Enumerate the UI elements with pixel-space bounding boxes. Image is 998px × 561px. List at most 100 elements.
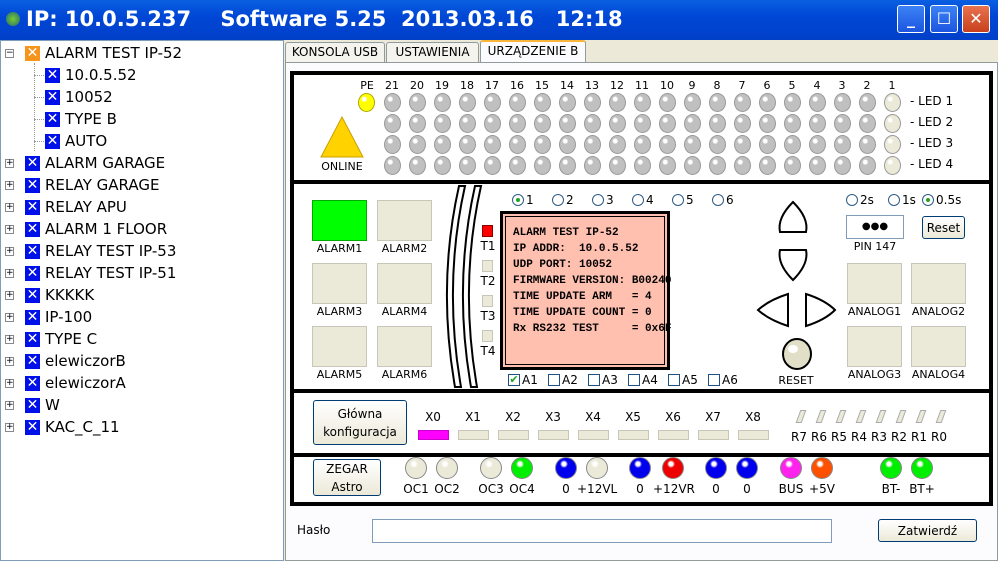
- a-checkbox[interactable]: [588, 374, 600, 386]
- led-column-label: 2: [863, 79, 871, 92]
- x-output-indicator: [578, 430, 609, 440]
- tree-item[interactable]: ✕ RELAY TEST IP-53: [25, 241, 176, 261]
- pin-reset-button[interactable]: Reset: [922, 216, 965, 239]
- alarm-button[interactable]: [377, 263, 432, 304]
- tree-item[interactable]: ✕ IP-100: [25, 307, 92, 327]
- collapse-toggle[interactable]: −: [5, 49, 14, 58]
- tab-0[interactable]: KONSOLA USB: [285, 42, 385, 63]
- main-config-button[interactable]: Główna konfiguracja: [313, 400, 407, 445]
- expand-toggle[interactable]: +: [5, 203, 14, 212]
- interval-radio[interactable]: [888, 194, 900, 206]
- pe-label: PE: [360, 79, 374, 92]
- expand-toggle[interactable]: +: [5, 357, 14, 366]
- expand-toggle[interactable]: +: [5, 313, 14, 322]
- reset-knob[interactable]: [782, 338, 812, 370]
- led-indicator: [859, 156, 876, 175]
- alarm-button[interactable]: [312, 200, 367, 241]
- maximize-button[interactable]: ☐: [930, 5, 958, 33]
- password-input[interactable]: [372, 519, 832, 543]
- expand-toggle[interactable]: +: [5, 335, 14, 344]
- a-checkbox[interactable]: [628, 374, 640, 386]
- tree-item[interactable]: ✕ ALARM 1 FLOOR: [25, 219, 167, 239]
- lcd-display: ALARM TEST IP-52 IP ADDR: 10.0.5.52 UDP PO…: [500, 211, 671, 370]
- astro-clock-button[interactable]: ZEGAR Astro: [313, 459, 381, 496]
- analog-button[interactable]: [911, 263, 966, 304]
- window-title: IP: 10.0.5.237 Software 5.25 2013.03.16 …: [26, 7, 623, 31]
- expand-toggle[interactable]: +: [5, 247, 14, 256]
- led-column-label: 6: [763, 79, 771, 92]
- alarm-button[interactable]: [377, 326, 432, 367]
- led-indicator: [559, 93, 576, 112]
- bracket-curves: [445, 185, 483, 388]
- minimize-button[interactable]: _: [897, 5, 925, 33]
- tree-item[interactable]: ✕ elewiczorB: [25, 351, 126, 371]
- left-arrow-button[interactable]: [756, 292, 789, 328]
- alarm-button[interactable]: [312, 326, 367, 367]
- channel-radio[interactable]: [632, 194, 644, 206]
- tree-item[interactable]: ✕ ALARM GARAGE: [25, 153, 165, 173]
- led-indicator: [659, 114, 676, 133]
- pin-input[interactable]: ●●●: [846, 215, 904, 239]
- interval-radio[interactable]: [922, 194, 934, 206]
- alarm-button[interactable]: [312, 263, 367, 304]
- a-checkbox[interactable]: [548, 374, 560, 386]
- expand-toggle[interactable]: +: [5, 291, 14, 300]
- interval-radio[interactable]: [846, 194, 858, 206]
- tree-item[interactable]: ✕ 10.0.5.52: [45, 65, 137, 85]
- expand-toggle[interactable]: +: [5, 225, 14, 234]
- tree-item[interactable]: ✕ KAC_C_11: [25, 417, 120, 437]
- app-icon: [6, 12, 20, 26]
- tree-item[interactable]: ✕ ALARM TEST IP-52: [25, 43, 182, 63]
- led-indicator: [609, 114, 626, 133]
- up-arrow-button[interactable]: [778, 200, 808, 233]
- led-indicator: [509, 93, 526, 112]
- tree-item[interactable]: ✕ elewiczorA: [25, 373, 126, 393]
- device-tree[interactable]: − ✕ ALARM TEST IP-52 ✕ 10.0.5.52 ✕ 10052 ✕ TYPE …: [0, 40, 284, 561]
- tab-1[interactable]: USTAWIENIA: [386, 42, 479, 63]
- analog-button[interactable]: [911, 326, 966, 367]
- right-arrow-button[interactable]: [805, 292, 837, 328]
- tree-item[interactable]: ✕ RELAY GARAGE: [25, 175, 159, 195]
- expand-toggle[interactable]: +: [5, 181, 14, 190]
- led-indicator: [859, 93, 876, 112]
- led-indicator: [759, 135, 776, 154]
- analog-button[interactable]: [847, 326, 902, 367]
- expand-toggle[interactable]: +: [5, 269, 14, 278]
- expand-toggle[interactable]: +: [5, 379, 14, 388]
- analog-label: ANALOG4: [911, 368, 966, 381]
- tree-item[interactable]: ✕ RELAY TEST IP-51: [25, 263, 176, 283]
- tab-2[interactable]: URZĄDZENIE B: [480, 40, 586, 63]
- tree-item-label: ALARM GARAGE: [45, 154, 166, 172]
- alarm-label: ALARM3: [316, 305, 363, 318]
- close-button[interactable]: ✕: [962, 5, 990, 33]
- tree-item[interactable]: ✕ TYPE B: [45, 109, 117, 129]
- status-led-label: OC4: [509, 482, 535, 496]
- channel-radio[interactable]: [712, 194, 724, 206]
- channel-radio[interactable]: [552, 194, 564, 206]
- channel-radio[interactable]: [672, 194, 684, 206]
- alarm-button[interactable]: [377, 200, 432, 241]
- led-column-label: 9: [688, 79, 696, 92]
- submit-button[interactable]: Zatwierdź: [878, 519, 977, 542]
- down-arrow-button[interactable]: [778, 249, 808, 282]
- tree-item[interactable]: ✕ AUTO: [45, 131, 107, 151]
- a-checkbox-label: A5: [682, 373, 698, 387]
- tree-item[interactable]: ✕ 10052: [45, 87, 113, 107]
- a-checkbox[interactable]: [668, 374, 680, 386]
- channel-radio[interactable]: [592, 194, 604, 206]
- analog-button[interactable]: [847, 263, 902, 304]
- led-indicator: [459, 135, 476, 154]
- tree-item[interactable]: ✕ W: [25, 395, 60, 415]
- a-checkbox[interactable]: [708, 374, 720, 386]
- tree-item[interactable]: ✕ RELAY APU: [25, 197, 127, 217]
- expand-toggle[interactable]: +: [5, 159, 14, 168]
- tree-item[interactable]: ✕ KKKKK: [25, 285, 94, 305]
- status-led: [911, 457, 933, 479]
- a-checkbox[interactable]: ✔: [508, 374, 520, 386]
- expand-toggle[interactable]: +: [5, 423, 14, 432]
- tree-item[interactable]: ✕ TYPE C: [25, 329, 97, 349]
- led-column-label: 4: [813, 79, 821, 92]
- channel-radio[interactable]: [512, 194, 524, 206]
- expand-toggle[interactable]: +: [5, 401, 14, 410]
- x-output-indicator: [698, 430, 729, 440]
